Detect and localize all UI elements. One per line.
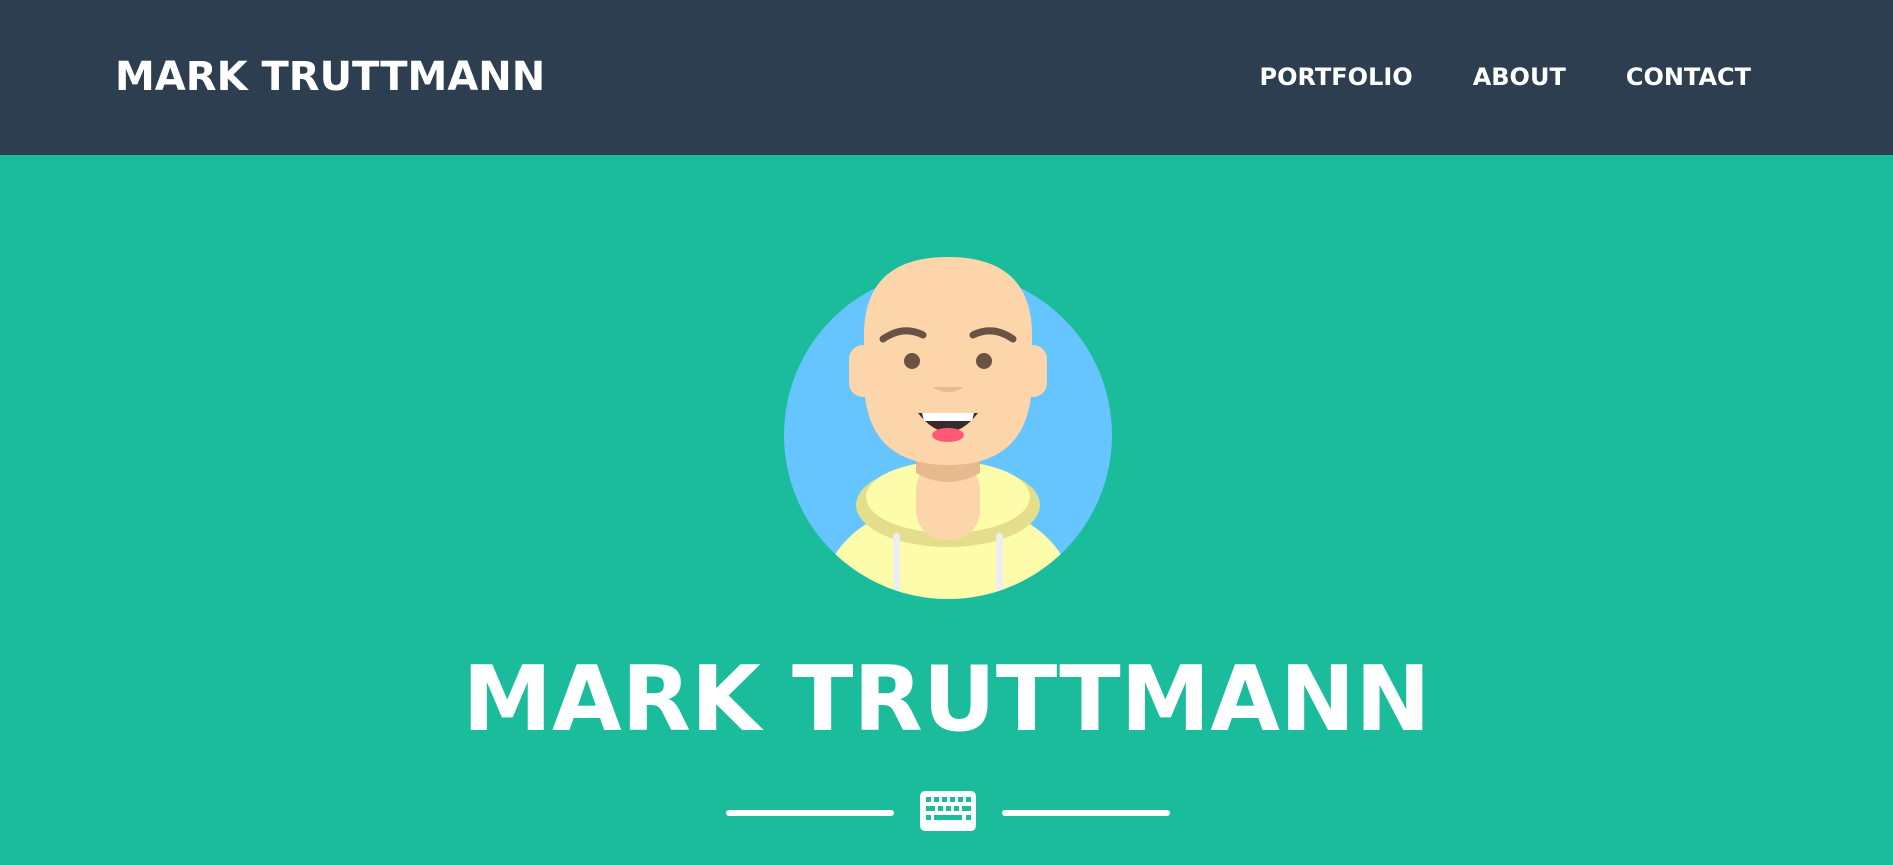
divider-line-left [726, 810, 894, 816]
avatar-image [784, 257, 1112, 599]
brand-link[interactable]: MARK TRUTTMANN [115, 52, 545, 102]
masthead: MARK TRUTTMANN [0, 155, 1893, 865]
keyboard-icon [920, 791, 976, 831]
nav-link-contact[interactable]: CONTACT [1626, 62, 1751, 92]
page-heading: MARK TRUTTMANN [462, 647, 1431, 752]
nav-link-portfolio[interactable]: PORTFOLIO [1260, 62, 1413, 92]
nav-links: PORTFOLIO ABOUT CONTACT [1260, 62, 1752, 92]
divider-line-right [1002, 810, 1170, 816]
nav-link-about[interactable]: ABOUT [1473, 62, 1566, 92]
navbar: MARK TRUTTMANN PORTFOLIO ABOUT CONTACT [0, 0, 1893, 155]
